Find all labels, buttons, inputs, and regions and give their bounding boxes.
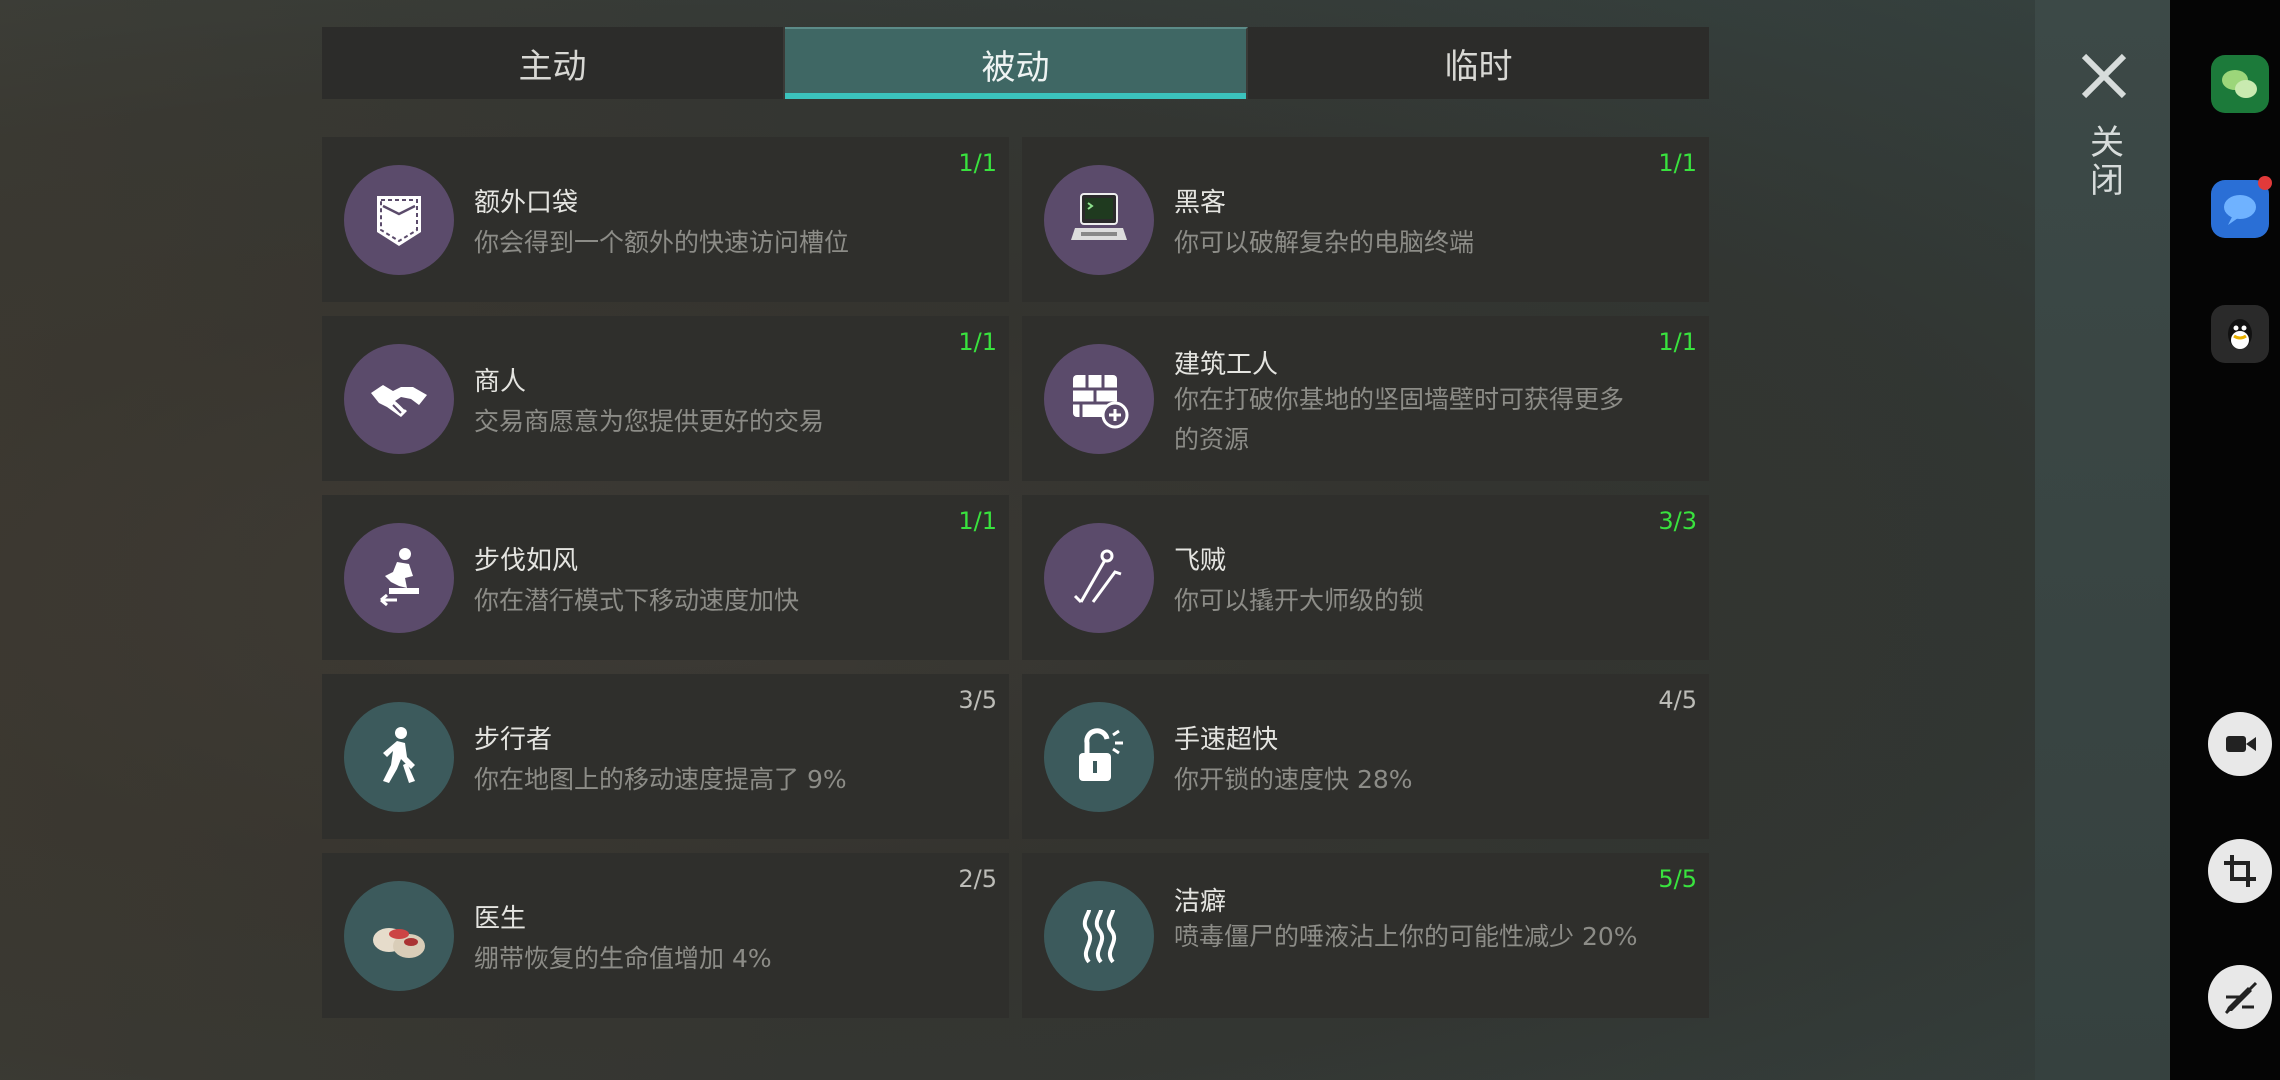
perk-level: 1/1 bbox=[1658, 149, 1697, 177]
computer-terminal-icon bbox=[1044, 165, 1154, 275]
perk-card[interactable]: 飞贼 你可以撬开大师级的锁 3/3 bbox=[1022, 495, 1709, 660]
tab-temporary-skills[interactable]: 临时 bbox=[1248, 27, 1709, 99]
perk-title: 步行者 bbox=[474, 725, 553, 755]
perk-level: 1/1 bbox=[958, 328, 997, 356]
perk-title: 医生 bbox=[474, 904, 527, 934]
screen-record-icon bbox=[2226, 736, 2256, 752]
perk-title: 手速超快 bbox=[1174, 725, 1279, 755]
perk-description: 你可以撬开大师级的锁 bbox=[1174, 586, 1425, 615]
perk-description: 交易商愿意为您提供更好的交易 bbox=[474, 407, 825, 436]
perk-title: 洁癖 bbox=[1174, 887, 1227, 917]
crop-screenshot-button[interactable] bbox=[2208, 839, 2272, 903]
perk-level: 1/1 bbox=[1658, 328, 1697, 356]
perk-level: 3/5 bbox=[958, 686, 997, 714]
bandage-icon bbox=[344, 881, 454, 991]
tab-active-skills[interactable]: 主动 bbox=[322, 27, 785, 99]
perk-card[interactable]: 额外口袋 你会得到一个额外的快速访问槽位 1/1 bbox=[322, 137, 1009, 302]
close-icon[interactable] bbox=[2078, 50, 2130, 102]
perk-card[interactable]: 商人 交易商愿意为您提供更好的交易 1/1 bbox=[322, 316, 1009, 481]
crop-screenshot-icon bbox=[2224, 855, 2256, 887]
walking-person-icon bbox=[344, 702, 454, 812]
perk-level: 5/5 bbox=[1658, 865, 1697, 893]
perk-title: 商人 bbox=[474, 367, 527, 397]
perk-level: 1/1 bbox=[958, 149, 997, 177]
perk-card[interactable]: 黑客 你可以破解复杂的电脑终端 1/1 bbox=[1022, 137, 1709, 302]
wechat-icon[interactable] bbox=[2211, 55, 2269, 113]
fumes-icon bbox=[1044, 881, 1154, 991]
perk-title: 飞贼 bbox=[1174, 546, 1227, 576]
perk-title: 额外口袋 bbox=[474, 188, 579, 218]
perk-card[interactable]: 手速超快 你开锁的速度快 28% 4/5 bbox=[1022, 674, 1709, 839]
perk-level: 4/5 bbox=[1658, 686, 1697, 714]
perk-card[interactable]: 医生 绷带恢复的生命值增加 4% 2/5 bbox=[322, 853, 1009, 1018]
perk-title: 建筑工人 bbox=[1174, 350, 1279, 380]
notification-badge bbox=[2258, 176, 2272, 190]
perk-description: 你可以破解复杂的电脑终端 bbox=[1174, 228, 1475, 257]
perk-card[interactable]: 步行者 你在地图上的移动速度提高了 9% 3/5 bbox=[322, 674, 1009, 839]
perk-level: 3/3 bbox=[1658, 507, 1697, 535]
perk-level: 1/1 bbox=[958, 507, 997, 535]
sneaking-figure-icon bbox=[344, 523, 454, 633]
perk-description: 绷带恢复的生命值增加 4% bbox=[474, 944, 772, 973]
screen-record-button[interactable] bbox=[2208, 712, 2272, 776]
perk-description: 你在地图上的移动速度提高了 9% bbox=[474, 765, 847, 794]
side-toolbar bbox=[2170, 0, 2280, 1080]
perk-card[interactable]: 建筑工人 你在打破你基地的坚固墙壁时可获得更多的资源 1/1 bbox=[1022, 316, 1709, 481]
tab-passive-skills[interactable]: 被动 bbox=[785, 27, 1248, 99]
perk-description: 你开锁的速度快 28% bbox=[1174, 765, 1413, 794]
perk-description: 你会得到一个额外的快速访问槽位 bbox=[474, 228, 850, 257]
perk-title: 黑客 bbox=[1174, 188, 1227, 218]
perk-description: 你在打破你基地的坚固墙壁时可获得更多的资源 bbox=[1174, 385, 1625, 454]
perk-title: 步伐如风 bbox=[474, 546, 579, 576]
edit-off-icon bbox=[2224, 981, 2258, 1015]
close-button[interactable]: 关闭 bbox=[2074, 50, 2134, 230]
perk-level: 2/5 bbox=[958, 865, 997, 893]
perk-tabs: 主动 被动 临时 bbox=[322, 27, 1709, 99]
perk-description: 你在潜行模式下移动速度加快 bbox=[474, 586, 800, 615]
brick-wall-plus-icon bbox=[1044, 344, 1154, 454]
perk-card[interactable]: 洁癖 喷毒僵尸的唾液沾上你的可能性减少 20% 5/5 bbox=[1022, 853, 1709, 1018]
messages-icon[interactable] bbox=[2211, 176, 2272, 238]
qq-icon[interactable] bbox=[2211, 305, 2269, 363]
perk-card[interactable]: 步伐如风 你在潜行模式下移动速度加快 1/1 bbox=[322, 495, 1009, 660]
pocket-icon bbox=[344, 165, 454, 275]
close-label: 关闭 bbox=[2083, 124, 2124, 200]
edit-off-button[interactable] bbox=[2208, 965, 2272, 1029]
perk-description: 喷毒僵尸的唾液沾上你的可能性减少 20% bbox=[1174, 922, 1638, 951]
handshake-icon bbox=[344, 344, 454, 454]
perk-grid: 额外口袋 你会得到一个额外的快速访问槽位 1/1 黑客 你可以破解复杂的电脑终端… bbox=[322, 137, 1709, 1018]
lockpicks-icon bbox=[1044, 523, 1154, 633]
open-padlock-icon bbox=[1044, 702, 1154, 812]
